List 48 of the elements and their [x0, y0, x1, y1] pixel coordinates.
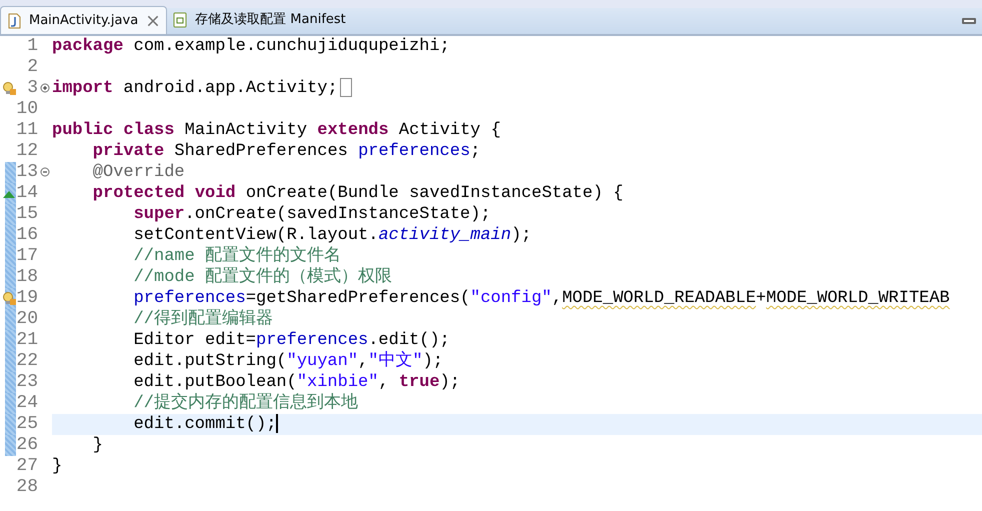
code-line: @Override [92, 162, 185, 183]
line-number: 10 [16, 99, 38, 120]
text-cursor [276, 414, 278, 433]
java-file-icon [7, 12, 21, 28]
line-number: 13 [16, 162, 38, 183]
line-number: 3 [27, 78, 38, 99]
code-line: //name 配置文件的文件名 [134, 246, 342, 267]
line-number: 28 [16, 477, 38, 498]
code-line: } [92, 435, 103, 456]
code-line: package com.example.cunchujiduqupeizhi; [52, 36, 450, 57]
code-line: private SharedPreferences preferences; [92, 141, 480, 162]
line-number: 22 [16, 351, 38, 372]
line-number: 23 [16, 372, 38, 393]
line-number: 26 [16, 435, 38, 456]
line-number: 25 [16, 414, 38, 435]
line-number: 20 [16, 309, 38, 330]
editor-tab[interactable]: MainActivity.java [0, 6, 168, 34]
line-number: 2 [27, 57, 38, 78]
code-line: setContentView(R.layout.activity_main); [134, 225, 532, 246]
code-line: public class MainActivity extends Activity { [52, 120, 501, 141]
line-number: 1 [27, 36, 38, 57]
line-number: 15 [16, 204, 38, 225]
code-line: edit.commit(); [134, 414, 276, 435]
code-line: import android.app.Activity; [52, 78, 338, 99]
line-number: 16 [16, 225, 38, 246]
line-number: 11 [16, 120, 38, 141]
code-line: preferences=getSharedPreferences("config",MODE_WORLD_READABLE+MODE_WORLD_WRITEAB [134, 288, 950, 308]
line-number: 27 [16, 456, 38, 477]
code-line: edit.putString("yuyan","中文"); [134, 351, 444, 372]
line-number: 12 [16, 141, 38, 162]
code-line: edit.putBoolean("xinbie", true); [134, 372, 460, 392]
code-line: //提交内存的配置信息到本地 [134, 393, 358, 414]
code-line: super.onCreate(savedInstanceState); [134, 204, 491, 225]
manifest-file-icon [173, 12, 188, 28]
minimize-button[interactable] [962, 18, 976, 24]
line-number: 18 [16, 267, 38, 288]
line-number: 24 [16, 393, 38, 414]
code-line: Editor edit=preferences.edit(); [134, 330, 450, 351]
code-line: protected void onCreate(Bundle savedInstanceState) { [92, 183, 624, 204]
line-number: 21 [16, 330, 38, 351]
code-line: //mode 配置文件的（模式）权限 [134, 267, 392, 288]
line-number: 14 [16, 183, 38, 204]
editor-tab[interactable]: 存储及读取配置 Manifest [167, 6, 352, 34]
folded-code-marker[interactable] [340, 78, 352, 97]
code-line: //得到配置编辑器 [134, 309, 273, 330]
line-number: 17 [16, 246, 38, 267]
line-number: 19 [16, 288, 38, 309]
code-line: } [52, 456, 62, 477]
